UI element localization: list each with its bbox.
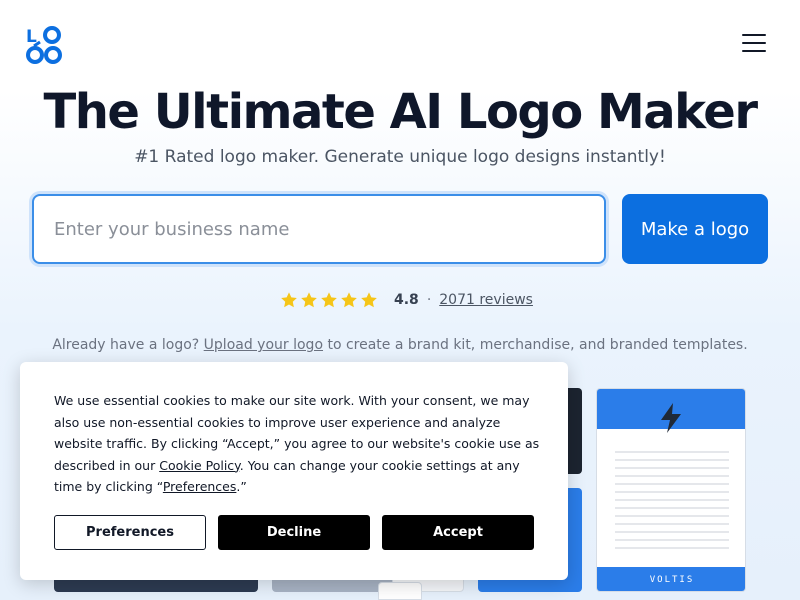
lightning-bolt-icon — [661, 403, 681, 433]
make-logo-button[interactable]: Make a logo — [622, 194, 768, 264]
star-icon — [321, 292, 337, 308]
accept-button[interactable]: Accept — [382, 515, 534, 550]
reviews-link[interactable]: 2071 reviews — [439, 292, 533, 308]
hamburger-menu-icon[interactable] — [742, 34, 768, 56]
letterhead-body-lines — [615, 445, 729, 555]
star-icon — [281, 292, 297, 308]
letterhead-footer-name: VOLTIS — [597, 567, 745, 591]
upload-prefix: Already have a logo? — [52, 337, 200, 353]
upload-suffix: to create a brand kit, merchandise, and … — [327, 337, 748, 353]
cookie-message: We use essential cookies to make our sit… — [54, 390, 540, 498]
upload-prompt: Already have a logo? Upload your logo to… — [0, 337, 800, 353]
rating-summary: 4.8 · 2071 reviews — [280, 290, 533, 310]
brand-logo[interactable]: L — [24, 24, 64, 66]
carousel-handle[interactable] — [378, 582, 422, 600]
star-icon — [361, 292, 377, 308]
preferences-button[interactable]: Preferences — [54, 515, 206, 550]
cookie-text-part: .” — [236, 479, 247, 494]
logo-icon: L — [26, 26, 62, 64]
cookie-policy-link[interactable]: Cookie Policy — [159, 458, 240, 473]
star-rating — [280, 291, 378, 309]
star-icon — [301, 292, 317, 308]
upload-logo-link[interactable]: Upload your logo — [204, 337, 323, 353]
preferences-link[interactable]: Preferences — [163, 479, 237, 494]
separator-dot: · — [426, 292, 432, 308]
rating-value: 4.8 — [394, 292, 419, 308]
star-icon — [341, 292, 357, 308]
page-subtitle: #1 Rated logo maker. Generate unique log… — [134, 147, 666, 167]
decline-button[interactable]: Decline — [218, 515, 370, 550]
template-card-letterhead[interactable]: VOLTIS — [596, 388, 746, 592]
cookie-banner: We use essential cookies to make our sit… — [20, 362, 568, 580]
business-name-input[interactable] — [32, 194, 606, 264]
page-title: The Ultimate AI Logo Maker — [43, 84, 758, 140]
